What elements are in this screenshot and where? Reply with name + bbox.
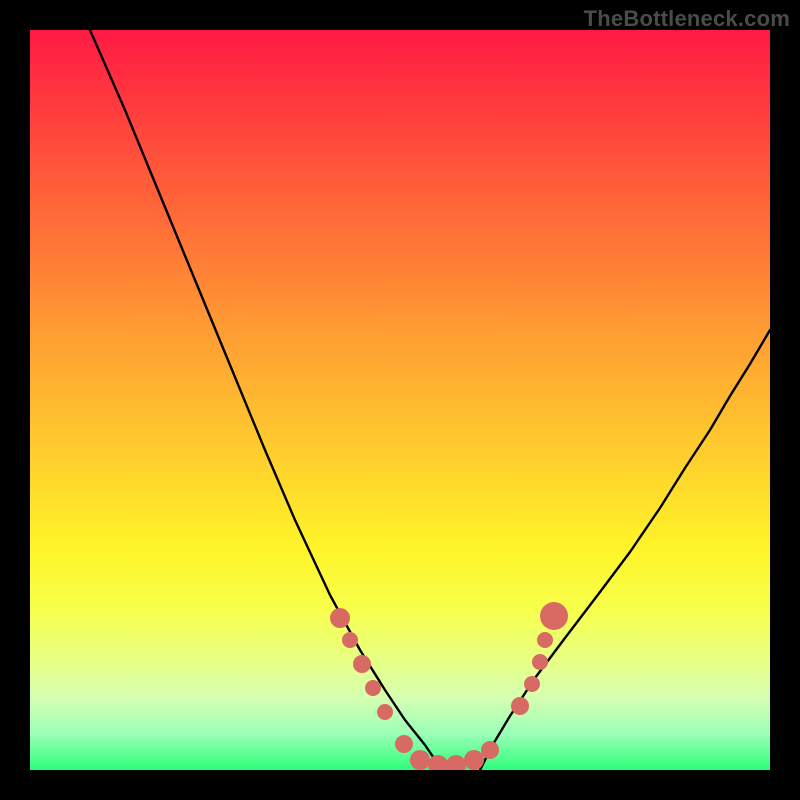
data-marker — [353, 655, 371, 673]
data-marker — [540, 602, 568, 630]
data-marker — [537, 632, 553, 648]
curve-layer — [30, 30, 770, 770]
data-marker — [342, 632, 358, 648]
chart-frame: TheBottleneck.com — [0, 0, 800, 800]
data-marker — [481, 741, 499, 759]
data-marker — [365, 680, 381, 696]
left-curve — [90, 30, 442, 770]
data-marker — [428, 755, 448, 770]
data-marker — [377, 704, 393, 720]
plot-area — [30, 30, 770, 770]
data-marker — [524, 676, 540, 692]
watermark-text: TheBottleneck.com — [584, 6, 790, 32]
data-marker — [395, 735, 413, 753]
data-marker — [532, 654, 548, 670]
data-marker — [511, 697, 529, 715]
data-marker — [446, 755, 466, 770]
data-marker — [330, 608, 350, 628]
data-marker — [410, 750, 430, 770]
